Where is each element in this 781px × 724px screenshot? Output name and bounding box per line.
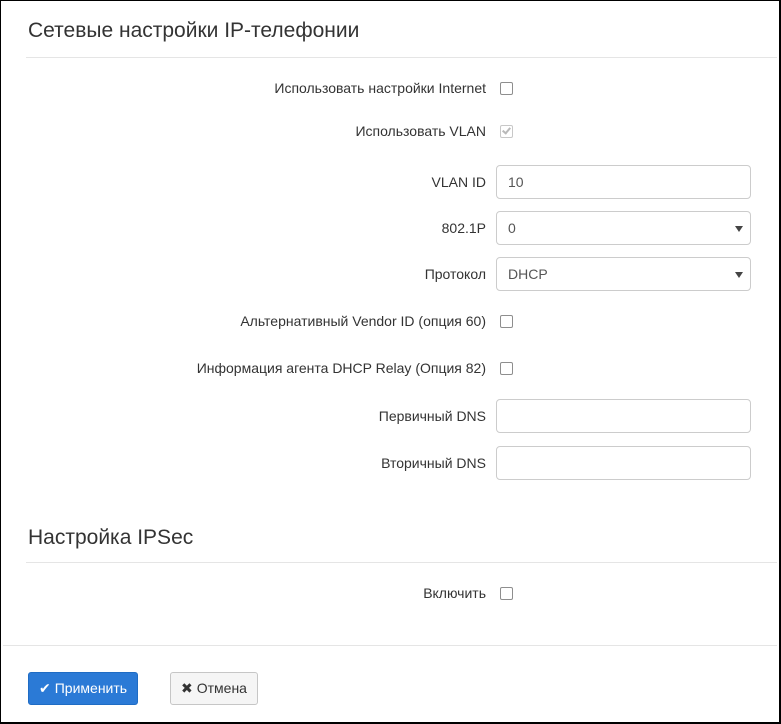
use-internet-settings-checkbox[interactable] <box>500 82 513 95</box>
use-vlan-checkbox[interactable] <box>500 125 513 138</box>
checkmark-icon <box>502 125 511 135</box>
secondary-dns-label: Вторичный DNS <box>381 455 486 471</box>
dhcp-relay-info-label: Информация агента DHCP Relay (Опция 82) <box>196 360 486 376</box>
checkmark-icon: ✔ <box>39 680 51 696</box>
use-internet-settings-label: Использовать настройки Internet <box>274 80 486 96</box>
section-title-ipsec: Настройка IPSec <box>28 526 194 549</box>
section-title-network: Сетевые настройки IP-телефонии <box>28 19 360 42</box>
primary-dns-label: Первичный DNS <box>378 408 486 424</box>
secondary-dns-input[interactable] <box>496 446 751 480</box>
row-use-vlan: Использовать VLAN <box>1 114 781 148</box>
protocol-label: Протокол <box>424 266 486 282</box>
cancel-button-label: Отмена <box>196 680 247 696</box>
dhcp-relay-info-checkbox[interactable] <box>500 362 513 375</box>
chevron-down-icon <box>735 272 743 278</box>
alt-vendor-id-checkbox[interactable] <box>500 315 513 328</box>
cross-icon: ✖ <box>181 680 193 696</box>
row-dhcp-relay-info: Информация агента DHCP Relay (Опция 82) <box>1 351 781 385</box>
vlan-id-label: VLAN ID <box>431 174 486 190</box>
priority-8021p-value: 0 <box>508 220 516 236</box>
protocol-select[interactable]: DHCP <box>496 257 751 291</box>
chevron-down-icon <box>735 226 743 232</box>
use-vlan-label: Использовать VLAN <box>355 123 486 139</box>
priority-8021p-select[interactable]: 0 <box>496 211 751 245</box>
vlan-id-input[interactable]: 10 <box>496 165 751 199</box>
settings-panel: Сетевые настройки IP-телефонии Использов… <box>0 0 781 724</box>
protocol-value: DHCP <box>508 266 548 282</box>
row-use-internet-settings: Использовать настройки Internet <box>1 71 781 105</box>
section-divider <box>26 57 777 58</box>
row-ipsec-enable: Включить <box>1 576 781 610</box>
cancel-button[interactable]: ✖ Отмена <box>170 672 258 705</box>
primary-dns-input[interactable] <box>496 399 751 433</box>
ipsec-enable-label: Включить <box>423 585 486 601</box>
row-alt-vendor-id: Альтернативный Vendor ID (опция 60) <box>1 304 781 338</box>
apply-button[interactable]: ✔ Применить <box>28 672 139 705</box>
section-divider <box>26 562 777 563</box>
priority-8021p-label: 802.1P <box>441 220 486 236</box>
footer-divider <box>3 645 777 646</box>
ipsec-enable-checkbox[interactable] <box>500 587 513 600</box>
alt-vendor-id-label: Альтернативный Vendor ID (опция 60) <box>240 313 486 329</box>
apply-button-label: Применить <box>54 680 128 696</box>
